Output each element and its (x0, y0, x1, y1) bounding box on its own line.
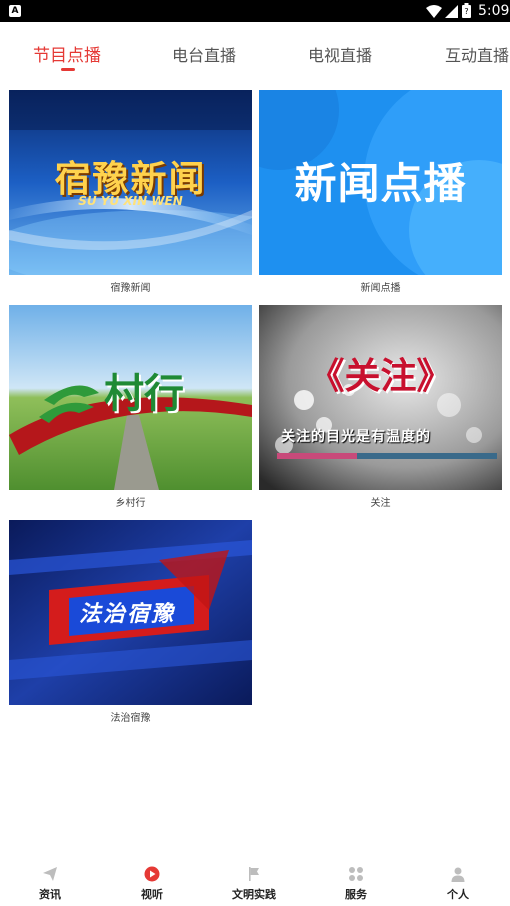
program-card-news-vod[interactable]: 新闻点播 新闻点播 (259, 90, 502, 296)
tab-tv-live[interactable]: 电视直播 (308, 42, 372, 66)
thumbnail-subtitle: SU YU XIN WEN (78, 194, 183, 208)
program-card-suyu-news[interactable]: 宿豫新闻 SU YU XIN WEN 宿豫新闻 (9, 90, 252, 296)
program-thumbnail[interactable]: 村行 (9, 305, 252, 490)
thumbnail-title: 《关注》 (308, 356, 453, 397)
program-caption: 乡村行 (115, 498, 146, 509)
program-caption: 关注 (370, 498, 391, 509)
program-card-focus[interactable]: 《关注》 关注的目光是有温度的 关注 (259, 305, 502, 511)
nav-item-news[interactable]: 资讯 (10, 866, 90, 902)
nav-label: 服务 (345, 888, 367, 901)
nav-label: 资讯 (39, 888, 61, 901)
program-thumbnail[interactable]: 《关注》 关注的目光是有温度的 (259, 305, 502, 490)
paper-plane-icon (43, 867, 57, 881)
program-caption: 法治宿豫 (110, 713, 151, 724)
program-caption: 新闻点播 (360, 283, 401, 294)
nav-item-audio-video[interactable]: 视听 (112, 866, 192, 902)
nav-label: 视听 (141, 888, 163, 901)
svg-text:?: ? (464, 7, 468, 16)
program-thumbnail[interactable]: 宿豫新闻 SU YU XIN WEN (9, 90, 252, 275)
thumbnail-title: 村行 (104, 371, 184, 417)
nav-label: 文明实践 (232, 888, 276, 901)
nav-item-civilization-practice[interactable]: 文明实践 (214, 866, 294, 902)
bottom-navigation: 资讯 视听 文明实践 服务 个人 (0, 860, 510, 906)
program-caption: 宿豫新闻 (110, 283, 151, 294)
thumbnail-title: 法治宿豫 (79, 602, 176, 627)
grid-icon (349, 867, 363, 881)
tab-radio-live[interactable]: 电台直播 (172, 42, 236, 66)
nav-item-profile[interactable]: 个人 (418, 866, 498, 902)
notification-app-icon: A (9, 5, 21, 17)
signal-icon (445, 5, 458, 18)
active-tab-indicator (61, 68, 75, 71)
status-bar: A ? 5:09 (0, 0, 510, 22)
flag-icon (249, 867, 259, 881)
program-thumbnail[interactable]: 新闻点播 (259, 90, 502, 275)
nav-item-services[interactable]: 服务 (316, 866, 396, 902)
tab-interactive-live[interactable]: 互动直播 (445, 42, 509, 66)
play-circle-icon (144, 866, 160, 882)
nav-label: 个人 (447, 888, 469, 901)
person-icon (451, 867, 465, 882)
battery-icon: ? (462, 3, 471, 18)
program-card-village-tour[interactable]: 村行 乡村行 (9, 305, 252, 511)
wifi-icon (426, 5, 442, 18)
program-thumbnail[interactable]: 法治宿豫 (9, 520, 252, 705)
thumbnail-title: 新闻点播 (294, 159, 467, 208)
program-card-rule-of-law[interactable]: 法治宿豫 法治宿豫 (9, 520, 252, 726)
top-tab-bar: 节目点播 电台直播 电视直播 互动直播 (0, 22, 510, 78)
status-time: 5:09 (478, 3, 510, 19)
tab-program-vod[interactable]: 节目点播 (33, 41, 101, 66)
thumbnail-subtitle: 关注的目光是有温度的 (281, 429, 431, 445)
